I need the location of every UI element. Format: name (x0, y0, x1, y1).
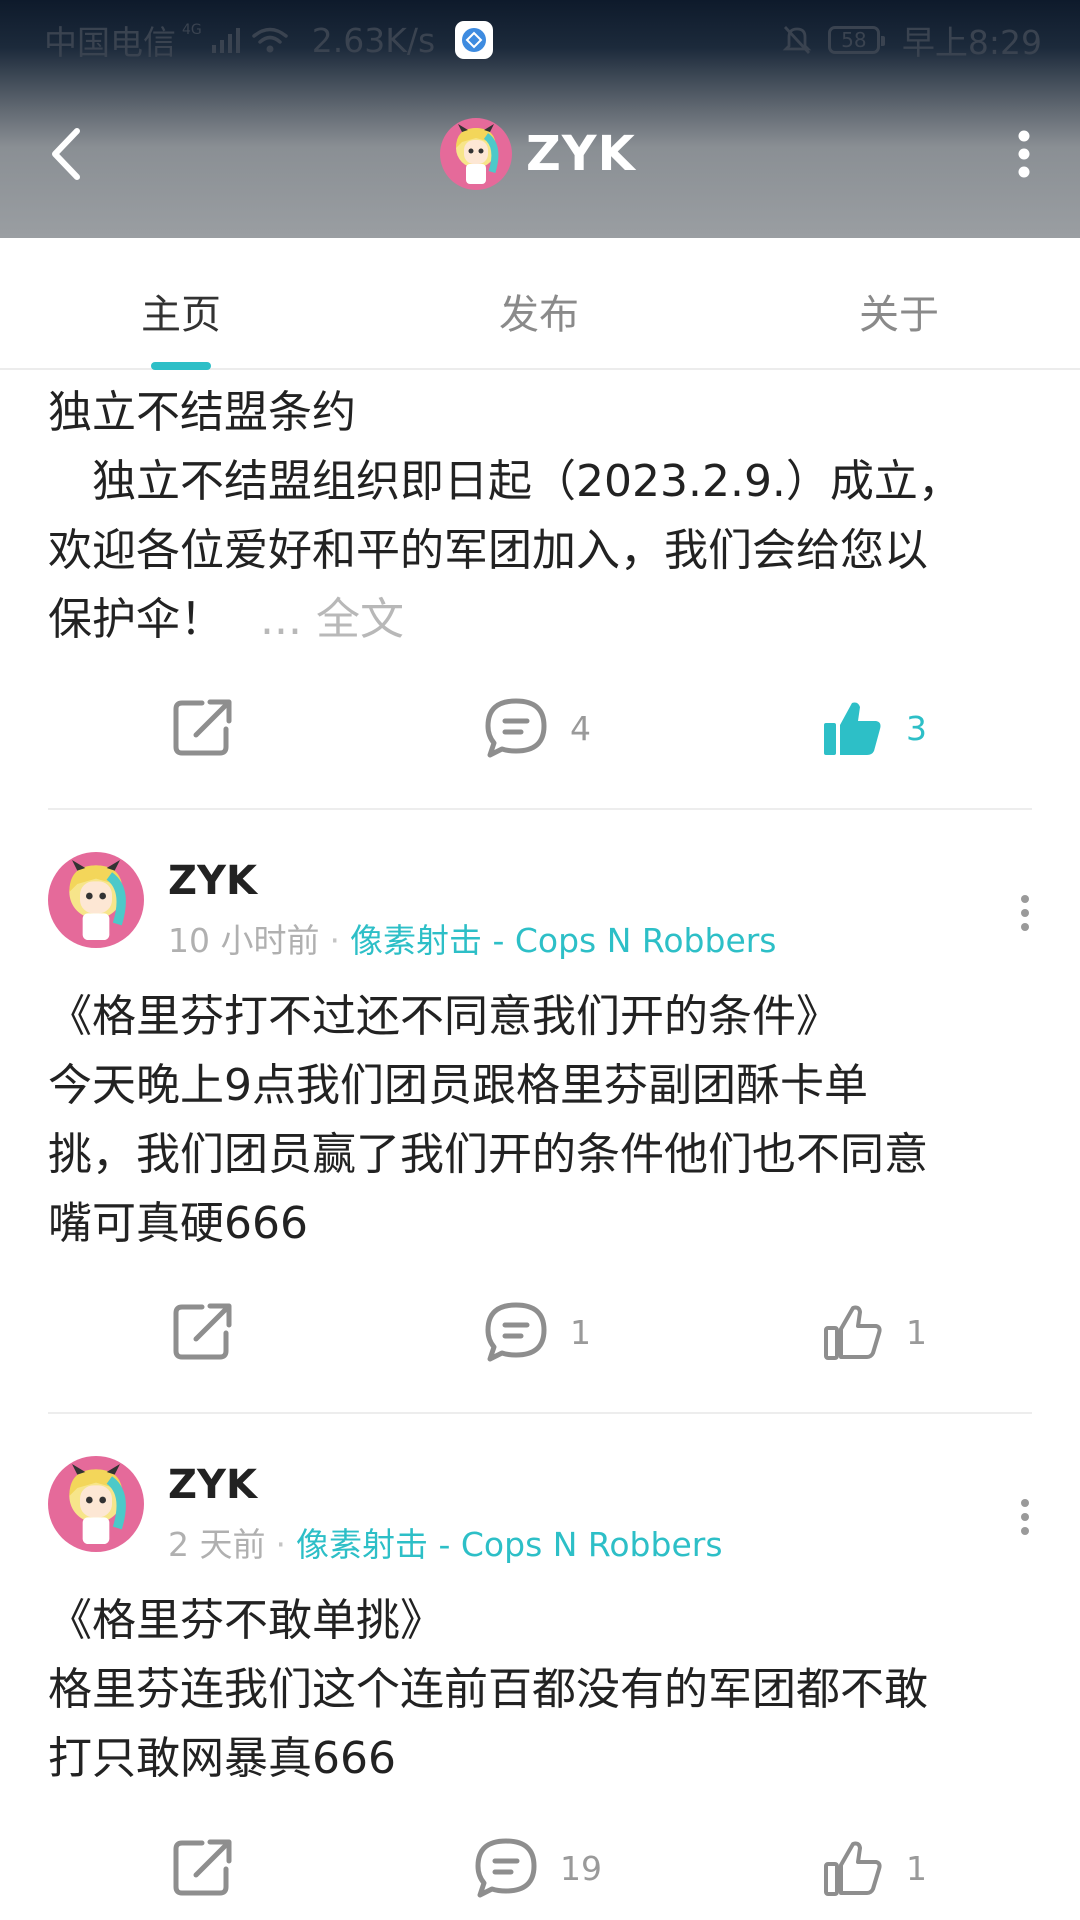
share-icon (173, 1839, 232, 1896)
post-meta: 10 小时前 · 像素射击 - Cops N Robbers (168, 914, 777, 962)
avatar[interactable] (48, 852, 144, 948)
post-divider (48, 1412, 1032, 1414)
post-body-line: 嘴可真硬666 (48, 1198, 308, 1249)
post-actions: 1 1 (0, 1292, 1080, 1372)
comment-button[interactable]: 4 (484, 688, 591, 768)
tab-home[interactable]: 主页 (81, 282, 281, 340)
read-more-link[interactable]: ... 全文 (260, 594, 404, 645)
post-title: 《格里芬不敢单挑》 (48, 1595, 444, 1646)
game-tag-link[interactable]: 像素射击 - Cops N Robbers (350, 921, 777, 960)
comment-icon (485, 698, 547, 758)
chevron-left-icon (52, 128, 80, 180)
back-button[interactable] (38, 124, 94, 184)
signal-icon (211, 28, 240, 53)
tab-bar: 主页 发布 关于 (0, 238, 1080, 370)
more-button[interactable] (1004, 124, 1044, 184)
title-bar: ZYK (0, 100, 1080, 210)
tab-publish[interactable]: 发布 (439, 282, 639, 340)
share-button[interactable] (172, 1828, 234, 1908)
post-actions: 4 3 (0, 688, 1080, 768)
post-meta: 2 天前 · 像素射击 - Cops N Robbers (168, 1518, 723, 1566)
mute-bell-icon (782, 26, 812, 54)
post-content[interactable]: 《格里芬不敢单挑》 格里芬连我们这个连前百都没有的军团都不敢 打只敢网暴真666 (48, 1586, 1028, 1793)
post-time: 10 小时前 (168, 921, 320, 960)
more-vertical-icon (1021, 1499, 1029, 1535)
post-body-line: 独立不结盟组织即日起（2023.2.9.）成立， (48, 456, 962, 507)
post-body-line: 今天晚上9点我们团员跟格里芬副团酥卡单 (48, 1060, 868, 1111)
like-button[interactable]: 3 (822, 688, 927, 768)
network-type-label: 4G (182, 22, 202, 38)
post-title: 独立不结盟条约 (48, 387, 356, 438)
page-title: ZYK (526, 126, 636, 182)
post-content[interactable]: 《格里芬打不过还不同意我们开的条件》 今天晚上9点我们团员跟格里芬副团酥卡单 挑… (48, 982, 1028, 1258)
post-author[interactable]: ZYK (168, 858, 257, 904)
share-icon (173, 699, 232, 756)
post-title: 《格里芬打不过还不同意我们开的条件》 (48, 991, 840, 1042)
profile-header: 中国电信 4G 2.63K/s 58 早上8:29 ZYK (0, 0, 1080, 238)
comment-count: 4 (570, 708, 591, 748)
post-menu-button[interactable] (1010, 1492, 1040, 1542)
post-header: ZYK 2 天前 · 像素射击 - Cops N Robbers (0, 1456, 1080, 1566)
share-button[interactable] (172, 688, 234, 768)
meta-separator: · (329, 921, 340, 960)
post-body-line: 打只敢网暴真666 (48, 1733, 396, 1784)
avatar[interactable] (48, 1456, 144, 1552)
like-count: 1 (906, 1848, 927, 1888)
wifi-icon (252, 27, 288, 53)
post-author[interactable]: ZYK (168, 1462, 257, 1508)
comment-count: 19 (560, 1848, 602, 1888)
post-header: ZYK 10 小时前 · 像素射击 - Cops N Robbers (0, 852, 1080, 962)
app-notification-icon (455, 21, 494, 59)
comment-icon (485, 1302, 547, 1362)
like-button[interactable]: 1 (822, 1828, 927, 1908)
like-count: 1 (906, 1312, 927, 1352)
comment-button[interactable]: 19 (474, 1828, 602, 1908)
post-content[interactable]: 独立不结盟条约 独立不结盟组织即日起（2023.2.9.）成立， 欢迎各位爱好和… (48, 378, 1028, 654)
post-divider (48, 808, 1032, 810)
more-vertical-icon (1018, 130, 1030, 178)
comment-count: 1 (570, 1312, 591, 1352)
battery-level: 58 (841, 28, 867, 52)
thumbs-up-icon (824, 1841, 882, 1896)
clock-label: 早上8:29 (901, 23, 1042, 62)
post-body-line: 保护伞！ (48, 594, 224, 645)
game-tag-link[interactable]: 像素射击 - Cops N Robbers (296, 1525, 723, 1564)
meta-separator: · (275, 1525, 287, 1564)
net-speed-label: 2.63K/s (311, 20, 436, 60)
thumbs-up-filled-icon (824, 702, 881, 755)
post-body-line: 格里芬连我们这个连前百都没有的军团都不敢 (48, 1664, 928, 1715)
battery-indicator: 58 (827, 26, 885, 54)
comment-button[interactable]: 1 (484, 1292, 591, 1372)
like-count: 3 (906, 708, 927, 748)
tab-about[interactable]: 关于 (799, 282, 999, 340)
post-actions: 19 1 (0, 1828, 1080, 1908)
tab-active-indicator (151, 362, 211, 370)
avatar[interactable] (440, 118, 512, 190)
post-body-line: 欢迎各位爱好和平的军团加入，我们会给您以 (48, 525, 928, 576)
thumbs-up-icon (824, 1305, 882, 1360)
carrier-label: 中国电信 (44, 23, 176, 62)
more-vertical-icon (1021, 895, 1029, 931)
comment-icon (475, 1838, 537, 1898)
post-body-line: 挑，我们团员赢了我们开的条件他们也不同意 (48, 1129, 928, 1180)
status-bar: 中国电信 4G 2.63K/s 58 早上8:29 (0, 0, 1080, 76)
share-button[interactable] (172, 1292, 234, 1372)
like-button[interactable]: 1 (822, 1292, 927, 1372)
post-time: 2 天前 (168, 1525, 266, 1564)
post-menu-button[interactable] (1010, 888, 1040, 938)
share-icon (173, 1303, 232, 1360)
